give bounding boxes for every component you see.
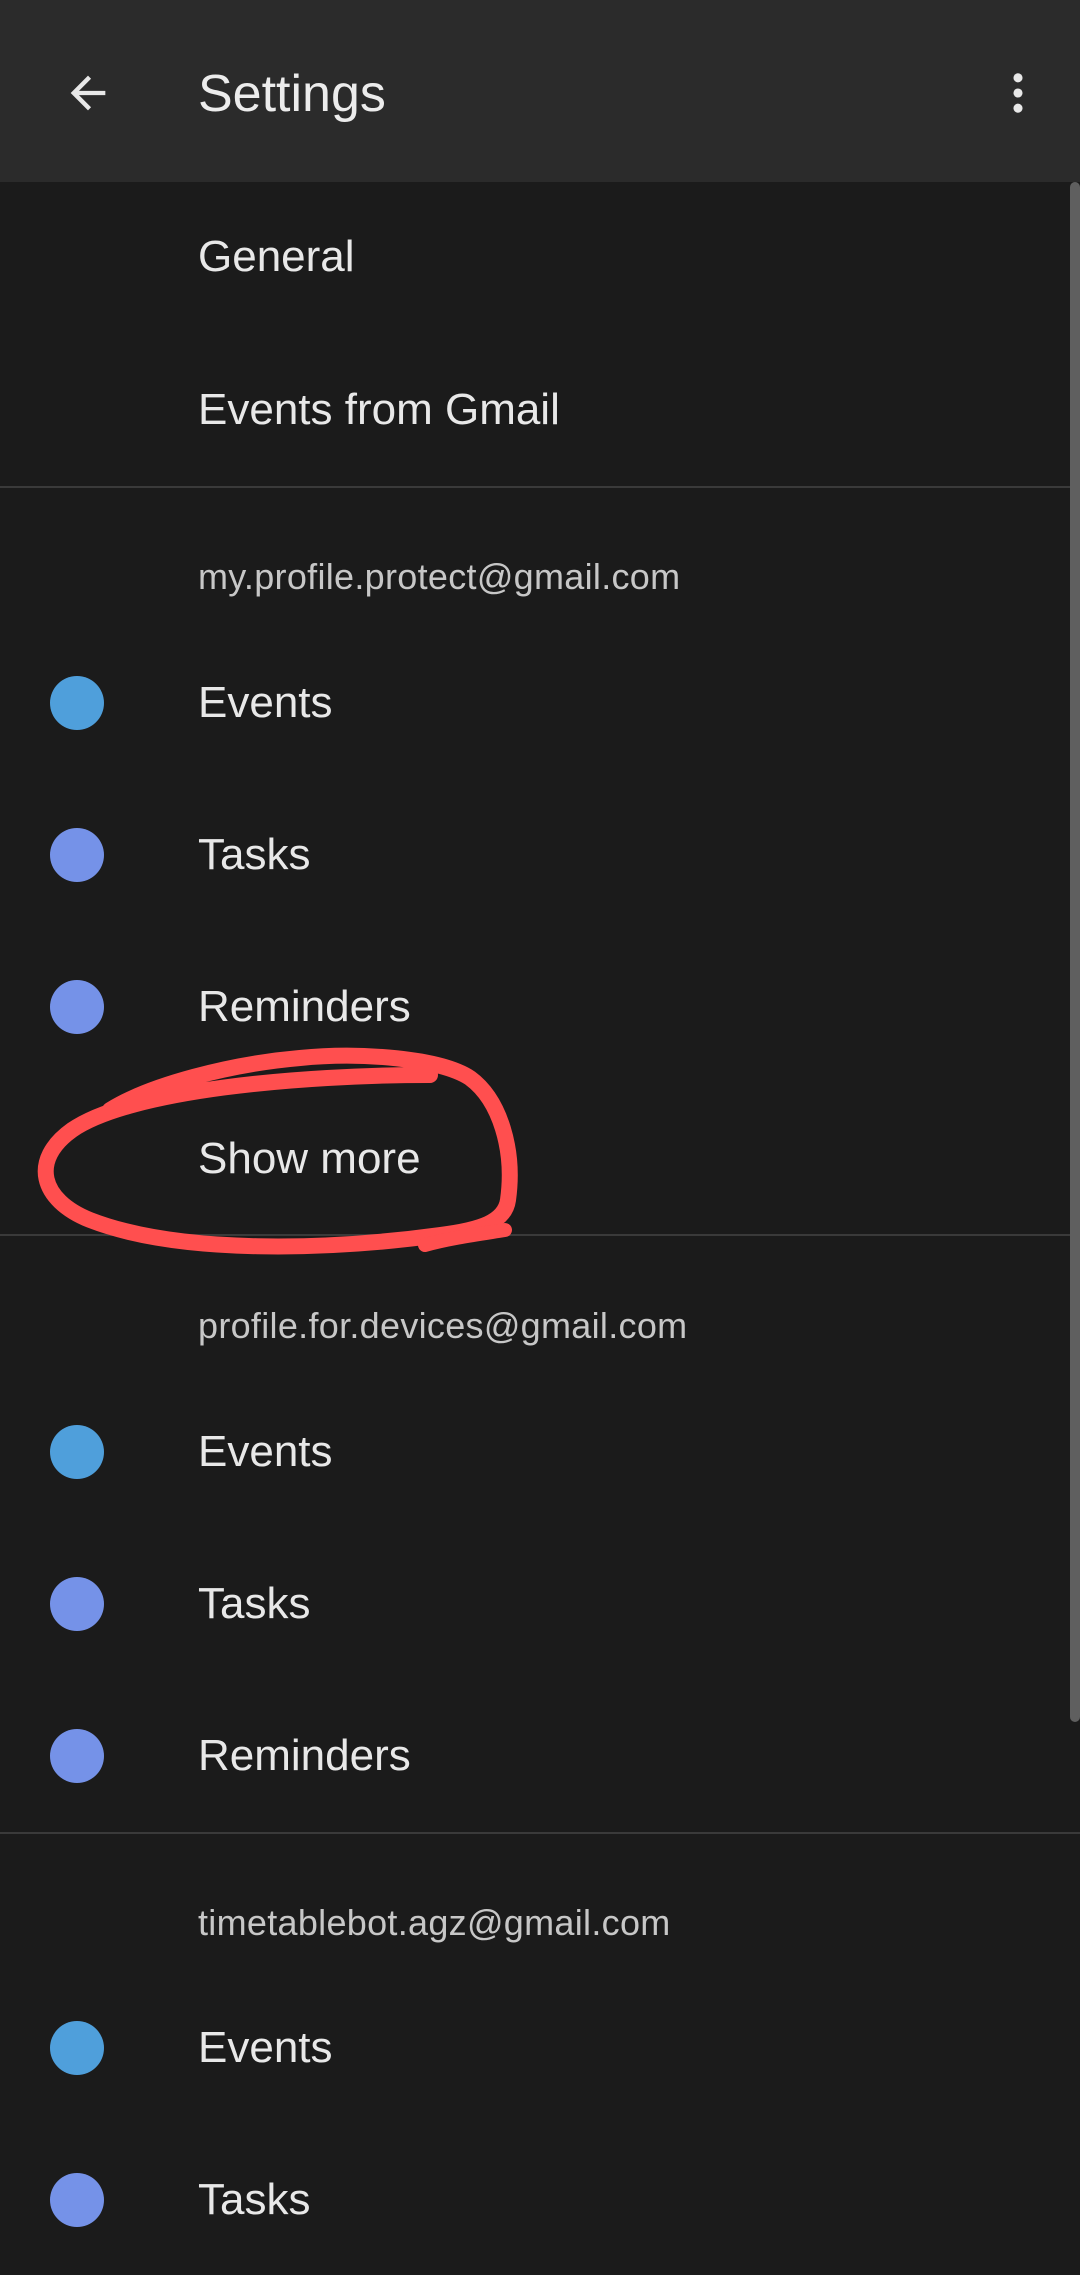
calendar-item-events[interactable]: Events <box>0 628 1068 778</box>
calendar-item-label: Reminders <box>198 982 411 1031</box>
calendar-item-label: Tasks <box>198 1579 311 1628</box>
arrow-back-icon <box>70 75 106 111</box>
account-header: profile.for.devices@gmail.com <box>198 1305 688 1346</box>
calendar-color-dot <box>50 2021 104 2075</box>
calendar-item-label: Reminders <box>198 1731 411 1780</box>
calendar-item-label: Tasks <box>198 830 311 879</box>
divider <box>0 486 1080 488</box>
calendar-color-dot <box>50 2173 104 2227</box>
divider <box>0 1832 1080 1834</box>
settings-item-label: General <box>198 232 355 281</box>
calendar-color-dot <box>50 1577 104 1631</box>
calendar-item-label: Events <box>198 2023 333 2072</box>
calendar-color-dot <box>50 828 104 882</box>
settings-item-general[interactable]: General <box>0 182 1068 332</box>
account-header: timetablebot.agz@gmail.com <box>198 1902 671 1943</box>
divider <box>0 1234 1080 1236</box>
calendar-item-label: Tasks <box>198 2175 311 2224</box>
back-button[interactable] <box>48 53 128 133</box>
calendar-color-dot <box>50 980 104 1034</box>
more-vert-icon <box>1013 73 1023 113</box>
calendar-item-events[interactable]: Events <box>0 1377 1068 1527</box>
calendar-color-dot <box>50 1729 104 1783</box>
calendar-item-events[interactable]: Events <box>0 1973 1068 2123</box>
calendar-item-tasks[interactable]: Tasks <box>0 1529 1068 1679</box>
calendar-item-tasks[interactable]: Tasks <box>0 780 1068 930</box>
settings-item-label: Events from Gmail <box>198 385 560 434</box>
calendar-color-dot <box>50 1425 104 1479</box>
show-more-label: Show more <box>198 1134 421 1183</box>
account-header: my.profile.protect@gmail.com <box>198 556 681 597</box>
calendar-item-reminders[interactable]: Reminders <box>0 932 1068 1082</box>
calendar-item-tasks[interactable]: Tasks <box>0 2125 1068 2275</box>
calendar-item-label: Events <box>198 1427 333 1476</box>
calendar-item-reminders[interactable]: Reminders <box>0 1681 1068 1831</box>
more-options-button[interactable] <box>978 53 1058 133</box>
show-more-button[interactable]: Show more <box>0 1084 1068 1234</box>
calendar-color-dot <box>50 676 104 730</box>
settings-item-events-from-gmail[interactable]: Events from Gmail <box>0 335 1068 485</box>
app-bar: Settings <box>0 0 1080 182</box>
page-title: Settings <box>198 65 386 123</box>
scrollbar[interactable] <box>1070 182 1080 1722</box>
calendar-item-label: Events <box>198 678 333 727</box>
